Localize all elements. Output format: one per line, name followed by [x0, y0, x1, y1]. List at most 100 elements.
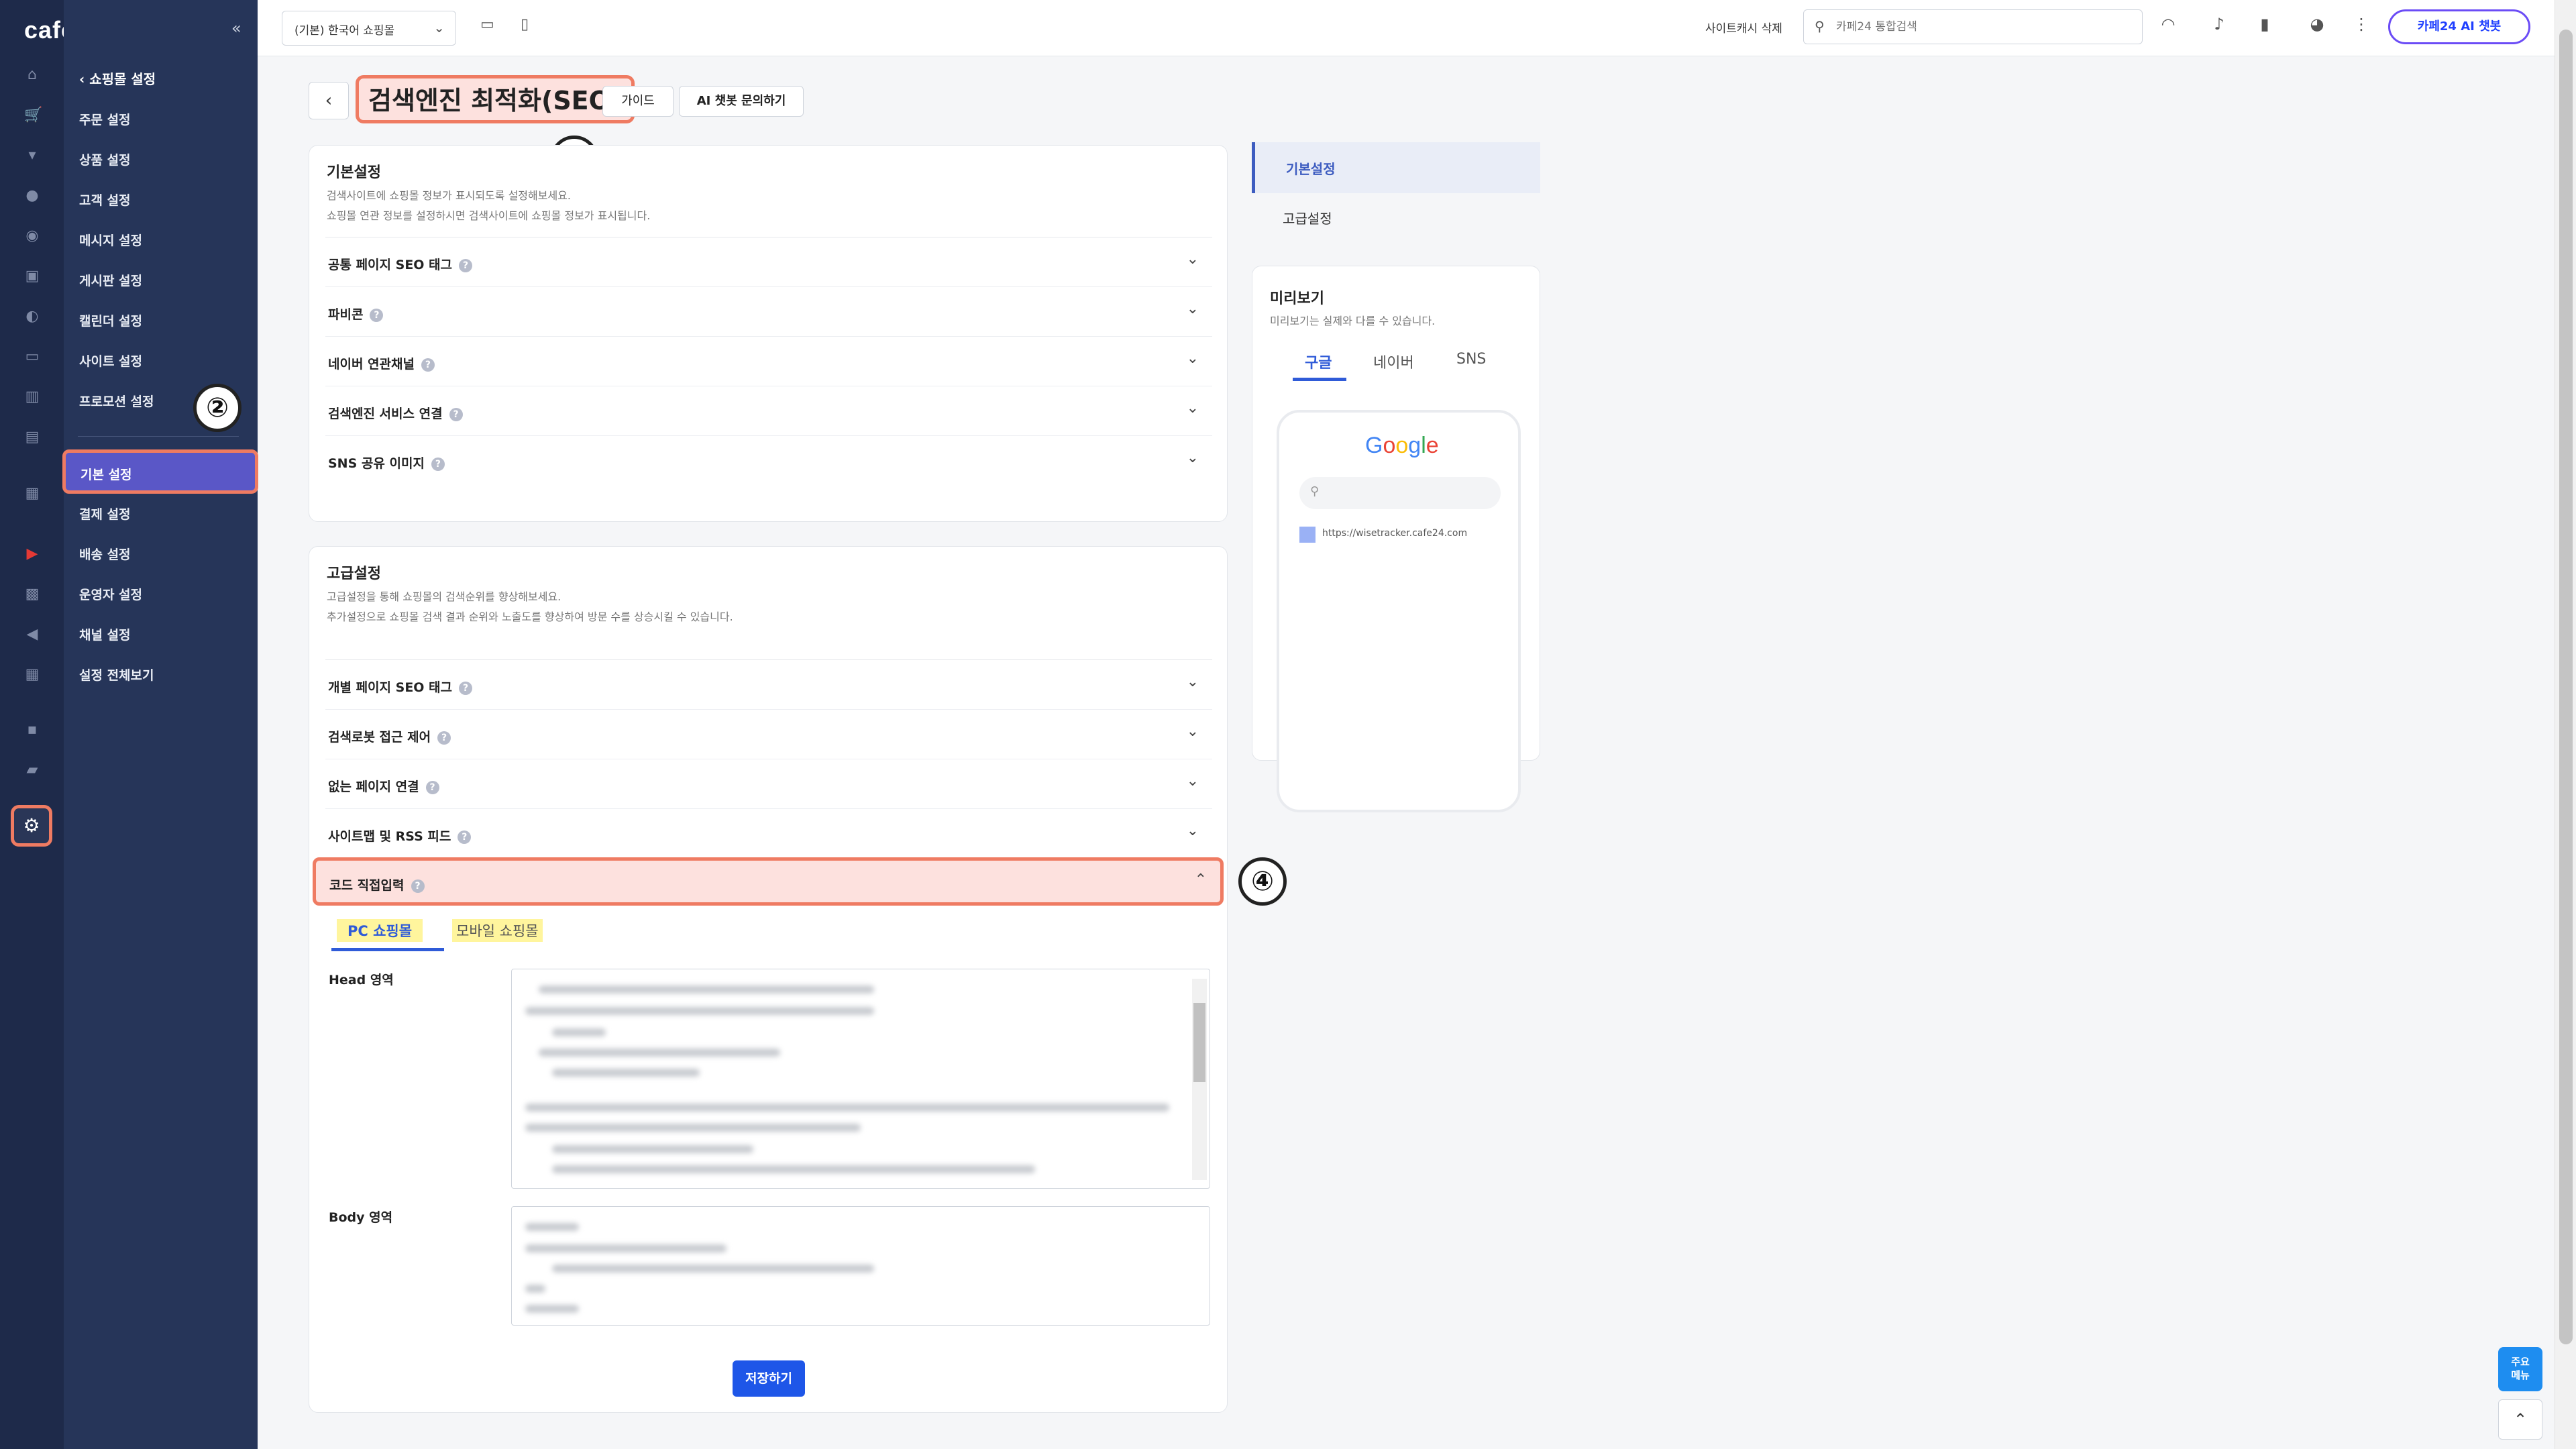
- submenu-item-all-settings[interactable]: 설정 전체보기: [79, 665, 154, 684]
- section-nav-basic[interactable]: 기본설정: [1252, 142, 1540, 193]
- home-icon[interactable]: ⌂: [24, 67, 40, 83]
- help-icon[interactable]: ?: [449, 407, 463, 421]
- row-code-direct-input[interactable]: 코드 직접입력? ⌃: [313, 857, 1224, 906]
- youtube-icon[interactable]: ▶: [24, 546, 40, 562]
- quick-menu-button[interactable]: 주요 메뉴: [2498, 1347, 2542, 1391]
- google-logo: Google: [1365, 433, 1439, 458]
- settings-submenu: [64, 0, 258, 1449]
- help-icon[interactable]: ?: [370, 308, 384, 322]
- apps-grid-icon[interactable]: ⋮: [2351, 15, 2372, 39]
- preview-tab-google[interactable]: 구글: [1305, 351, 1332, 372]
- submenu-item-customer[interactable]: 고객 설정: [79, 191, 131, 209]
- submenu-item-order[interactable]: 주문 설정: [79, 110, 131, 128]
- tab-pc-label: PC 쇼핑몰: [337, 919, 423, 942]
- row-common-seo-tag[interactable]: 공통 페이지 SEO 태그? ⌄: [325, 237, 1212, 286]
- calendar-icon[interactable]: ▦: [24, 667, 40, 683]
- submenu-back-link[interactable]: ‹ 쇼핑몰 설정: [79, 68, 156, 88]
- cart-icon[interactable]: 🛒: [24, 107, 42, 123]
- bell-icon[interactable]: ♪: [2208, 15, 2230, 39]
- submenu-item-calendar[interactable]: 캘린더 설정: [79, 311, 142, 329]
- help-icon[interactable]: ?: [425, 780, 439, 794]
- row-missing-page[interactable]: 없는 페이지 연결? ⌄: [325, 759, 1212, 808]
- submenu-item-payment[interactable]: 결제 설정: [79, 504, 131, 523]
- store-icon[interactable]: ▩: [24, 586, 40, 602]
- chevron-down-icon: ⌄: [1186, 400, 1199, 417]
- headset-icon[interactable]: ◠: [2157, 15, 2179, 39]
- help-icon[interactable]: ?: [411, 879, 425, 893]
- shirt-icon[interactable]: ▾: [24, 148, 40, 164]
- board-icon[interactable]: ▣: [24, 268, 40, 284]
- head-scrollbar[interactable]: [1192, 979, 1207, 1180]
- submenu-item-product[interactable]: 상품 설정: [79, 150, 131, 168]
- site-cache-delete-link[interactable]: 사이트캐시 삭제: [1705, 19, 1782, 36]
- row-page-seo-tag[interactable]: 개별 페이지 SEO 태그? ⌄: [325, 659, 1212, 709]
- head-area-label: Head 영역: [329, 973, 394, 987]
- help-icon[interactable]: ?: [458, 830, 472, 844]
- help-icon[interactable]: ?: [437, 731, 451, 745]
- guide-button[interactable]: 가이드: [602, 86, 674, 117]
- head-scrollbar-thumb[interactable]: [1193, 1003, 1205, 1082]
- submenu-item-message[interactable]: 메시지 설정: [79, 231, 142, 249]
- shop-language-select[interactable]: (기본) 한국어 쇼핑몰 ⌄: [282, 11, 456, 46]
- row-sns-share-image[interactable]: SNS 공유 이미지? ⌄: [325, 435, 1212, 485]
- help-icon[interactable]: ?: [431, 457, 445, 471]
- person-icon[interactable]: ●: [24, 188, 40, 204]
- row-label: 검색엔진 서비스 연결: [328, 407, 443, 421]
- chart-icon[interactable]: ▥: [24, 389, 40, 405]
- row-label: 네이버 연관채널: [328, 357, 415, 372]
- account-icon[interactable]: ◕: [2306, 15, 2328, 39]
- folder-icon[interactable]: ▰: [24, 762, 40, 778]
- row-search-engine-connect[interactable]: 검색엔진 서비스 연결? ⌄: [325, 386, 1212, 435]
- submenu-item-channel[interactable]: 채널 설정: [79, 625, 131, 643]
- gear-icon[interactable]: ⚙: [11, 805, 52, 847]
- preview-tab-sns[interactable]: SNS: [1456, 351, 1486, 368]
- help-icon[interactable]: ?: [459, 258, 473, 272]
- back-button[interactable]: ‹: [309, 82, 349, 119]
- submenu-item-site[interactable]: 사이트 설정: [79, 352, 142, 370]
- row-label: 코드 직접입력: [329, 878, 405, 893]
- bookmark-icon[interactable]: ▮: [2254, 15, 2275, 39]
- submenu-item-operator[interactable]: 운영자 설정: [79, 585, 142, 603]
- monitor-icon[interactable]: ▭: [24, 349, 40, 365]
- search-input[interactable]: [1836, 18, 2125, 36]
- submenu-item-board[interactable]: 게시판 설정: [79, 271, 142, 289]
- global-search[interactable]: ⚲: [1803, 9, 2143, 44]
- submenu-item-basic-active[interactable]: 기본 설정: [62, 449, 258, 494]
- apps-icon[interactable]: ▪: [24, 722, 40, 738]
- row-robot-access[interactable]: 검색로봇 접근 제어? ⌄: [325, 709, 1212, 759]
- shop-language-value: (기본) 한국어 쇼핑몰: [294, 24, 395, 38]
- help-icon[interactable]: ?: [421, 358, 435, 372]
- row-sitemap-rss[interactable]: 사이트맵 및 RSS 피드? ⌄: [325, 808, 1212, 858]
- row-naver-channel[interactable]: 네이버 연관채널? ⌄: [325, 336, 1212, 386]
- section-nav-advanced[interactable]: 고급설정: [1283, 208, 1332, 227]
- ai-chatbot-button[interactable]: 카페24 AI 챗봇: [2388, 9, 2530, 44]
- promo-icon[interactable]: ▦: [24, 486, 40, 502]
- chevron-down-icon: ⌄: [1186, 350, 1199, 367]
- page-scrollbar-thumb[interactable]: [2559, 30, 2573, 1344]
- page-scrollbar[interactable]: [2555, 0, 2576, 1449]
- scroll-top-button[interactable]: ⌃: [2498, 1399, 2542, 1440]
- advanced-settings-desc-2: 추가설정으로 쇼핑몰 검색 결과 순위와 노출도를 향상하여 방문 수를 상승시…: [327, 610, 733, 623]
- head-code-textarea[interactable]: [511, 969, 1210, 1189]
- help-icon[interactable]: ?: [459, 681, 473, 695]
- collapse-sidebar-icon[interactable]: «: [231, 19, 241, 38]
- submenu-item-shipping[interactable]: 배송 설정: [79, 545, 131, 563]
- google-search-bar: ⚲: [1299, 477, 1501, 509]
- submenu-item-promotion[interactable]: 프로모션 설정: [79, 392, 154, 410]
- book-icon[interactable]: ▤: [24, 429, 40, 445]
- ai-ask-button[interactable]: AI 챗봇 문의하기: [679, 86, 804, 117]
- chevron-down-icon: ⌄: [1186, 251, 1199, 268]
- desktop-view-icon[interactable]: ▭: [480, 16, 499, 36]
- save-button[interactable]: 저장하기: [733, 1360, 805, 1397]
- row-favicon[interactable]: 파비콘? ⌄: [325, 286, 1212, 336]
- mobile-view-icon[interactable]: ▯: [521, 16, 539, 36]
- chat-icon[interactable]: ◉: [24, 228, 40, 244]
- preview-tab-naver[interactable]: 네이버: [1373, 351, 1414, 372]
- body-code-textarea[interactable]: [511, 1206, 1210, 1326]
- tab-pc-shop[interactable]: PC 쇼핑몰: [331, 914, 444, 951]
- advanced-settings-title: 고급설정: [327, 566, 381, 582]
- palette-icon[interactable]: ◐: [24, 309, 40, 325]
- search-icon: ⚲: [1815, 18, 1825, 34]
- tab-mobile-shop[interactable]: 모바일 쇼핑몰: [452, 919, 543, 942]
- megaphone-icon[interactable]: ◀: [24, 627, 40, 643]
